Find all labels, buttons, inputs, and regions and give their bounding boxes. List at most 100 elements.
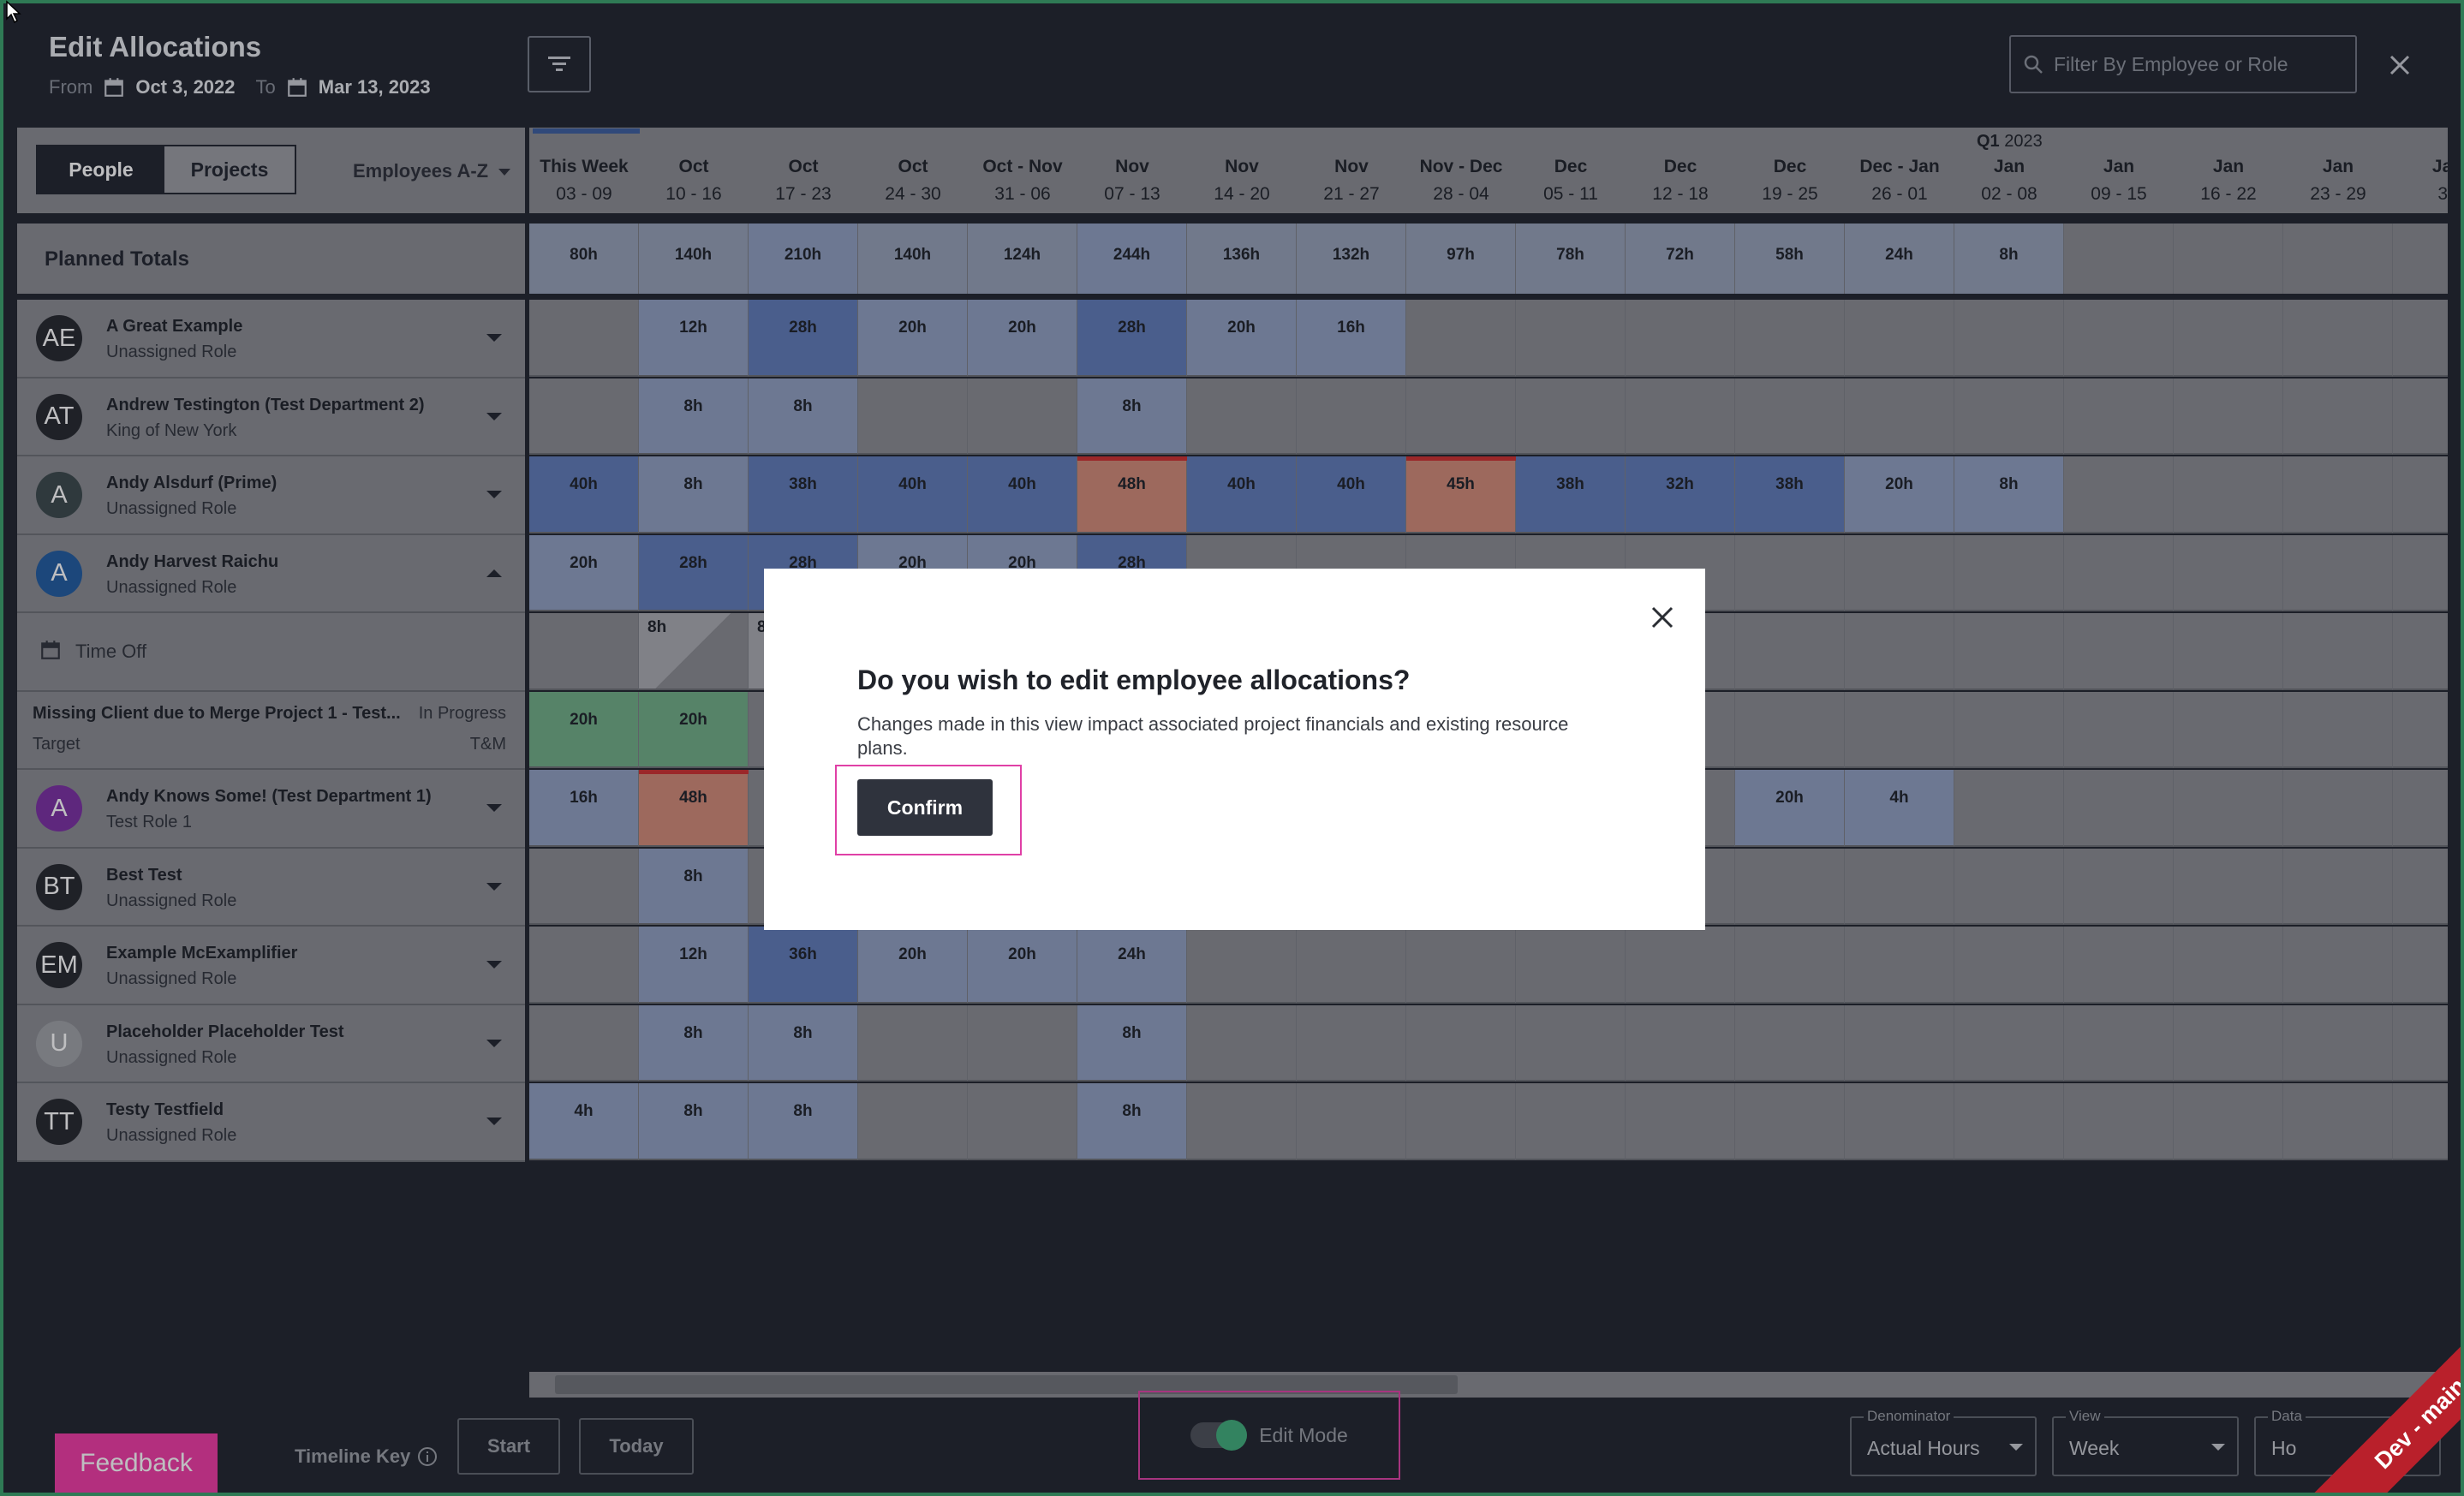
allocation-cell[interactable] — [2064, 378, 2174, 455]
person-row[interactable]: BT Best Test Unassigned Role — [17, 848, 525, 927]
allocation-cell[interactable]: 12h — [639, 927, 749, 1004]
chevron-down-icon[interactable] — [486, 1039, 502, 1047]
confirm-button[interactable]: Confirm — [857, 779, 993, 836]
allocation-cell[interactable]: 28h — [639, 534, 749, 611]
chevron-down-icon[interactable] — [486, 882, 502, 891]
allocation-cell[interactable] — [1735, 927, 1845, 1004]
allocation-cell[interactable] — [1406, 378, 1516, 455]
allocation-cell[interactable] — [1626, 300, 1735, 377]
allocation-cell[interactable] — [858, 1083, 968, 1160]
allocation-cell[interactable] — [1954, 848, 2064, 925]
allocation-cell[interactable] — [1845, 534, 1954, 611]
allocation-cell[interactable] — [1954, 300, 2064, 377]
person-row[interactable]: TT Testy Testfield Unassigned Role — [17, 1083, 525, 1162]
timeline-key[interactable]: Timeline Key — [295, 1435, 438, 1478]
allocation-cell[interactable] — [1187, 1004, 1297, 1082]
allocation-cell[interactable] — [2064, 848, 2174, 925]
allocation-cell[interactable] — [1735, 300, 1845, 377]
allocation-cell[interactable]: 8h — [639, 1083, 749, 1160]
allocation-cell[interactable]: 20h — [639, 691, 749, 768]
person-row[interactable]: AE A Great Example Unassigned Role — [17, 300, 525, 378]
allocation-cell[interactable] — [1845, 378, 1954, 455]
allocation-cell[interactable] — [1735, 848, 1845, 925]
allocation-cell[interactable] — [2283, 378, 2393, 455]
allocation-cell[interactable]: 38h — [1735, 456, 1845, 533]
allocation-cell[interactable] — [529, 1004, 639, 1082]
allocation-cell[interactable] — [2393, 770, 2448, 847]
allocation-cell[interactable]: 48h — [639, 770, 749, 847]
allocation-cell[interactable] — [1735, 1083, 1845, 1160]
info-icon[interactable] — [417, 1446, 438, 1467]
allocation-cell[interactable]: 8h — [639, 1004, 749, 1082]
allocation-cell[interactable] — [2174, 848, 2283, 925]
allocation-cell[interactable]: 40h — [529, 456, 639, 533]
allocation-cell[interactable]: 20h — [968, 300, 1077, 377]
allocation-cell[interactable] — [529, 927, 639, 1004]
sort-dropdown[interactable]: Employees A-Z — [353, 160, 511, 182]
allocation-cell[interactable] — [1297, 378, 1406, 455]
today-button[interactable]: Today — [579, 1418, 694, 1475]
allocation-cell[interactable] — [2174, 691, 2283, 768]
allocation-cell[interactable] — [529, 300, 639, 377]
allocation-cell[interactable]: 48h — [1077, 456, 1187, 533]
allocation-cell[interactable] — [1516, 1083, 1626, 1160]
allocation-cell[interactable] — [1735, 378, 1845, 455]
allocation-cell[interactable] — [1626, 1083, 1735, 1160]
allocation-cell[interactable] — [2393, 534, 2448, 611]
allocation-cell[interactable]: 8h — [639, 378, 749, 455]
horizontal-scrollbar[interactable] — [529, 1372, 2448, 1398]
allocation-cell[interactable] — [1516, 378, 1626, 455]
allocation-cell[interactable] — [1735, 613, 1845, 690]
allocation-cell[interactable] — [1954, 534, 2064, 611]
allocation-cell[interactable] — [2174, 1004, 2283, 1082]
time-off-row[interactable]: Time Off — [17, 613, 525, 692]
chevron-down-icon[interactable] — [486, 1118, 502, 1125]
allocation-cell[interactable]: 8h — [749, 1083, 858, 1160]
allocation-cell[interactable] — [2064, 1004, 2174, 1082]
allocation-cell[interactable] — [1406, 1083, 1516, 1160]
allocation-cell[interactable]: 20h — [968, 927, 1077, 1004]
allocation-cell[interactable] — [1516, 1004, 1626, 1082]
allocation-cell[interactable]: 38h — [749, 456, 858, 533]
allocation-cell[interactable] — [2064, 927, 2174, 1004]
allocation-cell[interactable] — [2393, 1083, 2448, 1160]
allocation-cell[interactable] — [2393, 927, 2448, 1004]
allocation-cell[interactable]: 36h — [749, 927, 858, 1004]
allocation-cell[interactable] — [2283, 613, 2393, 690]
allocation-cell[interactable] — [2174, 456, 2283, 533]
allocation-cell[interactable] — [1187, 1083, 1297, 1160]
allocation-cell[interactable]: 45h — [1406, 456, 1516, 533]
allocation-cell[interactable] — [2174, 770, 2283, 847]
allocation-cell[interactable] — [1954, 378, 2064, 455]
allocation-cell[interactable]: 8h — [1077, 378, 1187, 455]
allocation-cell[interactable] — [1845, 848, 1954, 925]
allocation-cell[interactable] — [1845, 691, 1954, 768]
allocation-cell[interactable] — [1187, 927, 1297, 1004]
allocation-cell[interactable] — [2393, 1004, 2448, 1082]
allocation-cell[interactable]: 20h — [1187, 300, 1297, 377]
feedback-button[interactable]: Feedback — [55, 1433, 218, 1493]
allocation-cell[interactable]: 8h — [1954, 456, 2064, 533]
person-row[interactable]: AT Andrew Testington (Test Department 2) K… — [17, 378, 525, 456]
allocation-cell[interactable] — [968, 1083, 1077, 1160]
chevron-down-icon[interactable] — [486, 491, 502, 498]
chevron-up-icon[interactable] — [486, 569, 502, 577]
allocation-cell[interactable]: 40h — [1187, 456, 1297, 533]
allocation-cell[interactable]: 20h — [1845, 456, 1954, 533]
allocation-cell[interactable] — [2064, 456, 2174, 533]
view-select[interactable]: View Week — [2052, 1408, 2239, 1476]
allocation-cell[interactable] — [1187, 378, 1297, 455]
allocation-cell[interactable]: 8h — [639, 848, 749, 925]
chevron-down-icon[interactable] — [486, 804, 502, 812]
person-row[interactable]: U Placeholder Placeholder Test Unassigned … — [17, 1004, 525, 1083]
person-row[interactable]: EM Example McExamplifier Unassigned Role — [17, 927, 525, 1005]
tab-projects[interactable]: Projects — [164, 146, 295, 193]
allocation-cell[interactable]: 40h — [1297, 456, 1406, 533]
allocation-cell[interactable] — [1954, 770, 2064, 847]
allocation-cell[interactable] — [1297, 1083, 1406, 1160]
allocation-cell[interactable] — [1516, 927, 1626, 1004]
allocation-cell[interactable]: 8h — [749, 378, 858, 455]
person-row[interactable]: A Andy Harvest Raichu Unassigned Role — [17, 534, 525, 613]
allocation-cell[interactable] — [2393, 456, 2448, 533]
allocation-cell[interactable] — [1626, 378, 1735, 455]
